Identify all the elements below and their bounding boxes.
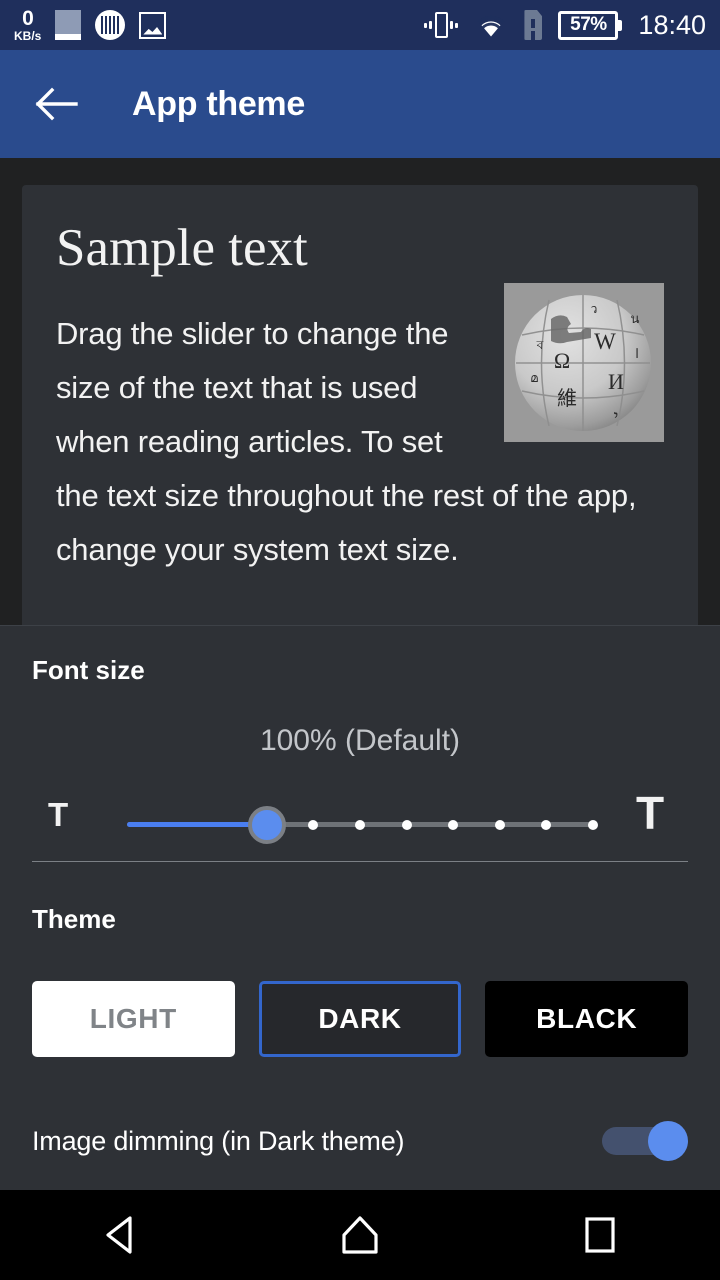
- phone-screen: 0 KB/s 57% 18:40 App theme Sample text W…: [0, 0, 720, 1280]
- theme-option-group: LIGHT DARK BLACK: [32, 981, 688, 1057]
- slider-tick: [401, 819, 412, 830]
- toggle-thumb: [648, 1121, 688, 1161]
- slider-tick: [448, 819, 459, 830]
- vibrate-icon: [424, 10, 459, 40]
- theme-label: Theme: [32, 904, 116, 934]
- back-arrow-icon[interactable]: [26, 74, 86, 134]
- theme-option-black[interactable]: BLACK: [485, 981, 688, 1057]
- wifi-icon: [474, 12, 508, 38]
- barcode-icon: [95, 10, 126, 40]
- font-size-slider-thumb[interactable]: [247, 805, 286, 844]
- sd-card-alert-icon: [524, 10, 543, 40]
- wikipedia-globe-logo: W Ω И 維 י น ব മ ا ว: [504, 283, 664, 443]
- font-size-label: Font size: [32, 655, 145, 685]
- image-dimming-toggle[interactable]: [602, 1121, 688, 1161]
- slider-tick: [494, 819, 505, 830]
- section-divider: [32, 861, 688, 862]
- svg-text:ว: ว: [591, 302, 598, 316]
- photo-icon: [139, 11, 167, 39]
- system-navigation-bar: [0, 1190, 720, 1280]
- svg-text:ব: ব: [536, 338, 544, 352]
- svg-text:Ω: Ω: [554, 348, 570, 373]
- app-bar: App theme: [0, 50, 720, 158]
- nav-back-icon[interactable]: [60, 1190, 180, 1280]
- slider-tick: [355, 819, 365, 830]
- font-size-slider-track[interactable]: [127, 805, 598, 844]
- font-size-slider-fill: [127, 822, 267, 827]
- theme-option-dark[interactable]: DARK: [258, 981, 462, 1057]
- svg-text:മ: മ: [530, 371, 538, 385]
- svg-text:ا: ا: [635, 346, 639, 361]
- status-bar: 0 KB/s 57% 18:40: [0, 0, 720, 50]
- svg-text:W: W: [594, 329, 616, 354]
- font-size-value: 100% (Default): [259, 724, 461, 757]
- slider-tick: [308, 819, 319, 830]
- battery-percent: 57%: [570, 14, 607, 35]
- svg-text:น: น: [631, 311, 640, 326]
- svg-text:維: 維: [557, 387, 577, 410]
- status-bar-right: 57% 18:40: [424, 10, 706, 41]
- sample-heading: Sample text: [56, 219, 308, 277]
- image-dimming-label: Image dimming (in Dark theme): [32, 1125, 405, 1156]
- status-bar-clock: 18:40: [638, 9, 706, 40]
- screen-recorder-icon: [55, 10, 82, 40]
- settings-sheet: Font size 100% (Default) T T Theme LIGHT…: [0, 625, 720, 1190]
- page-title: App theme: [132, 84, 305, 123]
- svg-text:И: И: [608, 369, 624, 394]
- font-size-slider-row[interactable]: T T: [0, 788, 720, 858]
- nav-recents-icon[interactable]: [540, 1190, 660, 1280]
- battery-icon: 57%: [558, 10, 623, 40]
- theme-option-light[interactable]: LIGHT: [32, 981, 235, 1057]
- slider-tick: [588, 819, 598, 830]
- status-bar-left: 0 KB/s: [14, 8, 167, 42]
- network-speed-indicator: 0 KB/s: [14, 8, 41, 42]
- slider-tick: [541, 819, 552, 830]
- small-text-icon: T: [48, 796, 69, 833]
- network-speed-value: 0: [22, 7, 34, 30]
- svg-text:י: י: [614, 407, 619, 428]
- network-speed-unit: KB/s: [14, 29, 42, 43]
- nav-home-icon[interactable]: [300, 1190, 420, 1280]
- large-text-icon: T: [636, 787, 665, 839]
- image-dimming-row[interactable]: Image dimming (in Dark theme): [0, 1101, 720, 1181]
